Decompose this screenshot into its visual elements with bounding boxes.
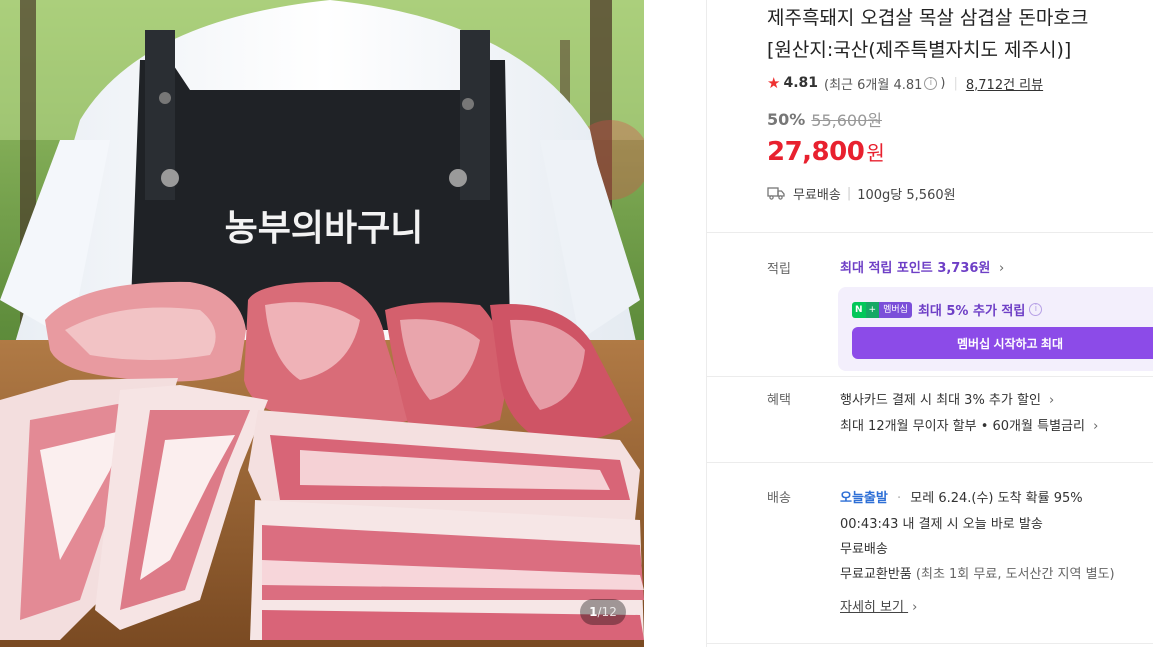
countdown-text: 내 결제 시 오늘 바로 발송 bbox=[902, 517, 1043, 532]
product-title: 제주흑돼지 오겹살 목살 삼겹살 돈마호크 [원산지:국산(제주특별자치도 제주… bbox=[767, 2, 1153, 66]
chevron-right-icon: › bbox=[998, 261, 1005, 276]
delivery-label: 배송 bbox=[767, 491, 791, 506]
unit-price-text: 100g당 5,560원 bbox=[857, 187, 956, 203]
discount-row: 50% 55,600원 bbox=[767, 107, 882, 131]
review-count-link[interactable]: 8,712건 리뷰 bbox=[966, 74, 1043, 93]
truck-icon bbox=[767, 187, 785, 200]
membership-line: N + 멤버십 최대 5% 추가 적립 i bbox=[852, 300, 1045, 319]
max-point-text: 최대 적립 포인트 bbox=[840, 261, 933, 276]
card-discount-link[interactable]: 행사카드 결제 시 최대 3% 추가 할인 › bbox=[840, 389, 1054, 408]
points-label: 적립 bbox=[767, 262, 791, 277]
max-point-value: 3,736원 bbox=[937, 261, 991, 276]
eta-separator: · bbox=[896, 491, 902, 506]
delivery-eta-line: 오늘출발 · 모레 6.24.(수) 도착 확률 95% bbox=[840, 487, 1083, 506]
section-divider bbox=[706, 643, 1153, 644]
product-main-image[interactable]: 농부의바구니 1 /12 bbox=[0, 0, 644, 647]
sale-price-value: 27,800 bbox=[767, 137, 865, 167]
badge-plus: + bbox=[865, 301, 880, 318]
free-shipping-text: 무료배송 bbox=[793, 187, 841, 203]
max-point-link[interactable]: 최대 적립 포인트 3,736원 › bbox=[840, 257, 1004, 276]
shipping-summary: 무료배송 | 100g당 5,560원 bbox=[767, 182, 956, 204]
rating-recent: (최근 6개월 4.81 bbox=[824, 77, 923, 93]
membership-start-button[interactable]: 멤버십 시작하고 최대 bbox=[852, 327, 1153, 359]
product-photo-illustration: 농부의바구니 bbox=[0, 0, 644, 647]
benefits-label: 혜택 bbox=[767, 393, 791, 408]
card-discount-text: 행사카드 결제 시 최대 3% 추가 할인 bbox=[840, 393, 1041, 408]
exchange-line: 무료교환반품 (최초 1회 무료, 도서산간 지역 별도) bbox=[840, 563, 1115, 582]
product-title-line1: 제주흑돼지 오겹살 목살 삼겹살 돈마호크 bbox=[767, 7, 1089, 29]
installment-text: 최대 12개월 무이자 할부 • 60개월 특별금리 bbox=[840, 419, 1085, 434]
star-icon: ★ bbox=[767, 74, 781, 92]
product-info-panel: 제주흑돼지 오겹살 목살 삼겹살 돈마호크 [원산지:국산(제주특별자치도 제주… bbox=[706, 0, 1153, 647]
chevron-right-icon: › bbox=[912, 600, 918, 615]
chevron-right-icon: › bbox=[1049, 393, 1055, 408]
section-divider bbox=[706, 232, 1153, 233]
image-pager: 1 /12 bbox=[580, 599, 626, 625]
rating-row: ★ 4.81 (최근 6개월 4.81 i ) | 8,712건 리뷰 bbox=[767, 72, 1043, 94]
delivery-countdown-line: 00:43:43 내 결제 시 오늘 바로 발송 bbox=[840, 513, 1043, 532]
exchange-text: 무료교환반품 bbox=[840, 567, 912, 582]
delivery-free-line: 무료배송 bbox=[840, 542, 888, 557]
discount-rate: 50% bbox=[767, 109, 806, 129]
section-divider bbox=[706, 376, 1153, 377]
info-icon[interactable]: i bbox=[1029, 303, 1043, 316]
info-icon[interactable]: i bbox=[924, 76, 938, 90]
pager-total: /12 bbox=[597, 605, 617, 619]
rating-recent-close: ) bbox=[940, 75, 946, 91]
countdown-timer: 00:43:43 bbox=[840, 517, 899, 532]
apron-logo-text: 농부의바구니 bbox=[225, 208, 424, 249]
badge-n: N bbox=[852, 301, 866, 318]
naver-membership-badge: N + 멤버십 bbox=[852, 301, 912, 318]
summary-separator: | bbox=[846, 185, 852, 201]
rating-score: 4.81 bbox=[783, 75, 818, 91]
badge-membership: 멤버십 bbox=[879, 301, 912, 318]
delivery-details-link[interactable]: 자세히 보기 › bbox=[840, 596, 917, 615]
membership-box: N + 멤버십 최대 5% 추가 적립 i 멤버십 시작하고 최대 bbox=[838, 287, 1153, 371]
eta-text: 모레 6.24.(수) 도착 확률 95% bbox=[910, 491, 1083, 506]
sale-price: 27,800 원 bbox=[767, 137, 885, 171]
membership-text: 최대 5% 추가 적립 bbox=[917, 304, 1026, 319]
today-dispatch-badge: 오늘출발 bbox=[840, 491, 888, 506]
sale-price-unit: 원 bbox=[866, 141, 885, 165]
rating-separator: | bbox=[953, 75, 958, 91]
section-divider bbox=[706, 462, 1153, 463]
exchange-note: (최초 1회 무료, 도서산간 지역 별도) bbox=[915, 567, 1115, 582]
pager-current: 1 bbox=[589, 605, 598, 619]
product-title-line2: [원산지:국산(제주특별자치도 제주시)] bbox=[767, 39, 1072, 61]
original-price: 55,600원 bbox=[811, 111, 883, 130]
installment-link[interactable]: 최대 12개월 무이자 할부 • 60개월 특별금리 › bbox=[840, 415, 1098, 434]
details-link-text: 자세히 보기 bbox=[840, 600, 904, 615]
chevron-right-icon: › bbox=[1093, 419, 1099, 434]
